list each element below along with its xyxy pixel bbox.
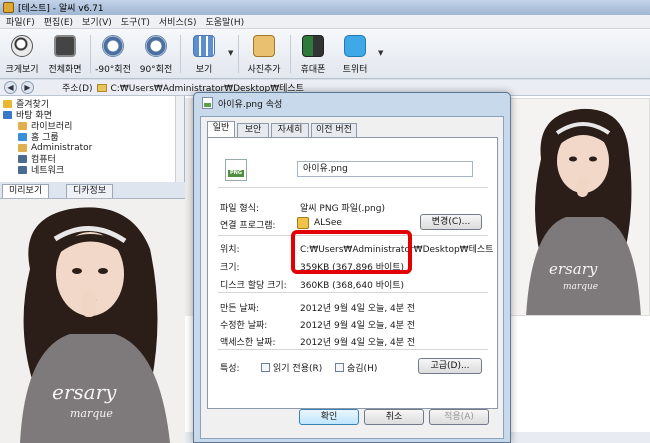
rotate-right-icon: [145, 35, 167, 57]
forward-button[interactable]: ▶: [21, 81, 34, 94]
rotate-left-icon: [102, 35, 124, 57]
magnify-button[interactable]: 크게보기: [2, 33, 42, 77]
tab-previous-versions[interactable]: 이전 버전: [311, 123, 357, 137]
svg-text:ersary: ersary: [52, 380, 117, 404]
readonly-checkbox[interactable]: 읽기 전용(R): [261, 361, 322, 374]
menu-edit[interactable]: 편집(E): [44, 15, 73, 28]
view-grid-icon: [193, 35, 215, 57]
window-title: [테스트] - 알씨 v6.71: [18, 4, 104, 14]
png-file-icon-large: PNG: [225, 159, 247, 181]
file-name-field[interactable]: 아이유.png: [297, 161, 473, 177]
hidden-checkbox[interactable]: 숨김(H): [335, 361, 377, 374]
menu-service[interactable]: 서비스(S): [159, 15, 197, 28]
created-value: 2012년 9월 4일 오늘, 4분 전: [300, 304, 416, 314]
tree-item-homegroup[interactable]: 홈 그룹: [18, 131, 59, 143]
address-label: 주소(D): [62, 84, 93, 94]
svg-text:ersary: ersary: [549, 260, 598, 278]
dialog-title-bar[interactable]: 아이유.png 속성: [194, 93, 510, 113]
divider: [218, 187, 488, 188]
menu-view[interactable]: 보기(V): [82, 15, 112, 28]
title-bar: [테스트] - 알씨 v6.71: [0, 0, 650, 15]
toolbar-separator: [238, 35, 239, 73]
cancel-button[interactable]: 취소: [364, 409, 424, 425]
attributes-label: 특성:: [220, 364, 240, 374]
advanced-button[interactable]: 고급(D)...: [418, 358, 482, 374]
size-label: 크기:: [220, 263, 240, 273]
homegroup-icon: [18, 132, 27, 141]
disk-size-value: 360KB (368,640 바이트): [300, 281, 405, 291]
menu-file[interactable]: 파일(F): [6, 15, 35, 28]
menu-bar: 파일(F) 편집(E) 보기(V) 도구(T) 서비스(S) 도움말(H): [0, 15, 650, 29]
library-icon: [18, 121, 27, 130]
star-icon: [3, 99, 12, 108]
tree-item-network[interactable]: 네트워크: [18, 164, 64, 176]
change-button[interactable]: 변경(C)...: [420, 214, 482, 230]
back-button[interactable]: ◀: [4, 81, 17, 94]
accessed-label: 액세스한 날짜:: [220, 338, 276, 348]
photo-girl: ersary marque: [0, 199, 185, 443]
toolbar: 크게보기 전체화면 -90°회전 90°회전 보기 ▼ 사진추가 휴대폰 트위터…: [0, 29, 650, 79]
fullscreen-icon: [54, 35, 76, 57]
twitter-icon: [344, 35, 366, 57]
folder-icon: [96, 83, 107, 92]
rotate-left-button[interactable]: -90°회전: [92, 33, 134, 77]
phone-icon: [302, 35, 324, 57]
user-folder-icon: [18, 143, 27, 152]
tab-general[interactable]: 일반: [207, 121, 235, 137]
tree-scrollbar[interactable]: [175, 96, 184, 182]
add-photo-button[interactable]: 사진추가: [242, 33, 286, 77]
twitter-button[interactable]: 트위터: [336, 33, 374, 77]
toolbar-separator: [290, 35, 291, 73]
disk-size-label: 디스크 할당 크기:: [220, 281, 287, 291]
png-file-icon: [202, 97, 213, 109]
modified-label: 수정한 날짜:: [220, 321, 268, 331]
open-with-label: 연결 프로그램:: [220, 221, 276, 231]
thumbnail-item[interactable]: ersary marque: [510, 98, 650, 316]
view-button[interactable]: 보기: [186, 33, 222, 77]
divider: [218, 349, 488, 350]
svg-text:marque: marque: [70, 407, 113, 420]
phone-button[interactable]: 휴대폰: [294, 33, 332, 77]
preview-tabs: 미리보기 디카정보: [0, 182, 185, 199]
ok-button[interactable]: 확인: [299, 409, 359, 425]
photo-girl-thumb: ersary marque: [511, 99, 649, 315]
dialog-body: 일반 보안 자세히 이전 버전 PNG 아이유.png 파일 형식: 알씨 PN…: [200, 116, 504, 439]
tab-preview[interactable]: 미리보기: [2, 184, 50, 198]
svg-text:marque: marque: [563, 282, 598, 292]
twitter-dropdown-icon[interactable]: ▼: [378, 49, 383, 57]
created-label: 만든 날짜:: [220, 304, 260, 314]
modified-value: 2012년 9월 4일 오늘, 4분 전: [300, 321, 416, 331]
menu-tools[interactable]: 도구(T): [121, 15, 150, 28]
apply-button[interactable]: 적용(A): [429, 409, 489, 425]
desktop-icon: [3, 110, 12, 119]
tab-details[interactable]: 자세히: [271, 123, 309, 137]
app-icon: [3, 2, 14, 13]
add-photo-icon: [253, 35, 275, 57]
rotate-right-button[interactable]: 90°회전: [136, 33, 176, 77]
menu-help[interactable]: 도움말(H): [205, 15, 244, 28]
fullscreen-button[interactable]: 전체화면: [44, 33, 86, 77]
accessed-value: 2012년 9월 4일 오늘, 4분 전: [300, 338, 416, 348]
preview-image: ersary marque: [0, 199, 185, 443]
computer-icon: [18, 154, 27, 163]
divider: [218, 292, 488, 293]
dialog-title: 아이유.png 속성: [218, 99, 283, 110]
network-icon: [18, 165, 27, 174]
toolbar-separator: [180, 35, 181, 73]
tab-security[interactable]: 보안: [237, 123, 269, 137]
location-label: 위치:: [220, 245, 240, 255]
tab-camera-info[interactable]: 디카정보: [66, 184, 114, 198]
folder-tree: 즐겨찾기 바탕 화면 라이브러리 홈 그룹 Administrator 컴퓨터 …: [0, 96, 185, 182]
highlight-box: [291, 230, 412, 274]
alsee-app-icon: [297, 217, 309, 229]
toolbar-separator: [90, 35, 91, 73]
file-type-value: 알씨 PNG 파일(.png): [300, 204, 385, 214]
file-type-label: 파일 형식:: [220, 204, 260, 214]
open-with-value: ALSee: [314, 218, 342, 228]
magnify-icon: [11, 35, 33, 57]
view-dropdown-icon[interactable]: ▼: [228, 49, 233, 57]
